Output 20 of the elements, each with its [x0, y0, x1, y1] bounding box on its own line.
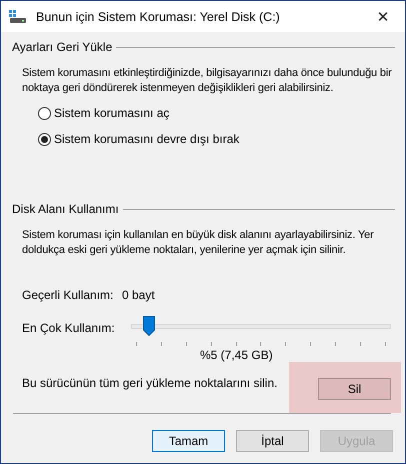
window-title: Bunun için Sistem Koruması: Yerel Disk (C:) [36, 10, 281, 24]
usage-value: 0 bayt [122, 288, 155, 302]
radio-label[interactable]: Sistem korumasını aç [54, 106, 170, 120]
section-heading: Disk Alanı Kullanımı [12, 202, 119, 216]
drive-icon [9, 10, 27, 24]
radio-button[interactable] [38, 106, 51, 120]
section-heading: Ayarları Geri Yükle [12, 40, 112, 54]
description-text: Sistem korumasını etkinleştirdiğinizde, bilgisayarınızı daha önce bulunduğu bir noktaya geri döndürerek istenmeyen değişiklikleri geri alabilirsiniz. [22, 66, 393, 96]
radio-label[interactable]: Sistem korumasını devre dışı bırak [54, 132, 240, 146]
slider-thumb[interactable] [143, 316, 155, 336]
delete-text: Bu sürücünün tüm geri yükleme noktalarını silin. [22, 376, 278, 390]
usage-reading: %5 (7,45 GB) [200, 348, 274, 362]
close-button[interactable]: ✕ [361, 1, 405, 32]
dialog-button[interactable]: İptal [236, 430, 309, 452]
field-label: Geçerli Kullanım: [22, 288, 114, 302]
delete-button[interactable]: Sil [318, 378, 391, 400]
field-label: En Çok Kullanım: [22, 321, 116, 335]
dialog-button[interactable]: Tamam [152, 430, 225, 452]
radio-button[interactable] [38, 132, 51, 146]
description-text: Sistem koruması için kullanılan en büyük disk alanını ayarlayabilirsiniz. Yer doldukça eski geri yükleme noktaları, yenilerine yer açmak için silinir. [22, 228, 375, 258]
